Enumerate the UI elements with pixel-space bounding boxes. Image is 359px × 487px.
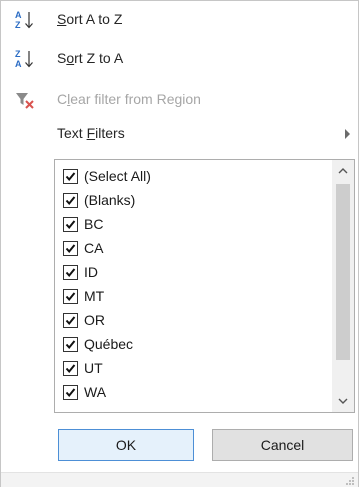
checkmark-icon [65,220,76,230]
list-item[interactable]: (Select All) [63,166,313,188]
checkbox[interactable] [63,289,78,304]
clear-filter-item[interactable]: Clear filter from Region [1,83,358,116]
checkmark-icon [65,364,76,374]
list-item[interactable]: MT [63,286,313,308]
list-item[interactable]: BC [63,214,313,236]
filter-dropdown-menu: A Z Sort A to Z Z A Sort Z to A Clear fi… [0,0,359,487]
sort-descending-icon: Z A [14,49,36,69]
list-item[interactable]: (Blanks) [63,190,313,212]
text-filters-item[interactable]: Text Filters [1,117,358,150]
chevron-down-icon [338,398,348,404]
checkmark-icon [65,292,76,302]
list-item-label: (Select All) [84,168,151,184]
checkmark-icon [65,340,76,350]
list-item-label: CA [84,240,104,256]
list-item[interactable]: Québec [63,334,313,356]
checkbox[interactable] [63,385,78,400]
clear-filter-icon [14,90,36,110]
svg-text:Z: Z [15,20,21,30]
list-item[interactable]: UT [63,358,313,380]
vertical-scrollbar[interactable] [332,160,354,412]
cancel-button[interactable]: Cancel [212,429,353,461]
checkmark-icon [65,268,76,278]
sort-ascending-icon: A Z [14,10,36,30]
list-item[interactable]: OR [63,310,313,332]
list-item[interactable]: ID [63,262,313,284]
list-item-label: ID [84,264,98,280]
svg-text:A: A [15,59,22,69]
checkmark-icon [65,196,76,206]
checkbox[interactable] [63,313,78,328]
list-item-label: BC [84,216,104,232]
list-item[interactable]: CA [63,238,313,260]
chevron-up-icon [338,168,348,174]
scroll-up-button[interactable] [332,160,354,182]
sort-z-to-a-item[interactable]: Z A Sort Z to A [1,42,358,75]
checkmark-icon [65,316,76,326]
checkbox[interactable] [63,361,78,376]
svg-text:A: A [15,10,22,20]
checkbox[interactable] [63,169,78,184]
list-item-label: MT [84,288,105,304]
checkmark-icon [65,244,76,254]
checkmark-icon [65,388,76,398]
sort-a-to-z-item[interactable]: A Z Sort A to Z [1,3,358,36]
checkbox[interactable] [63,265,78,280]
checkbox[interactable] [63,193,78,208]
clear-filter-label: Clear filter from Region [57,91,201,107]
checkbox[interactable] [63,217,78,232]
sort-a-to-z-label: Sort A to Z [57,11,123,27]
sort-z-to-a-label: Sort Z to A [57,50,124,66]
values-listbox[interactable]: (Select All) (Blanks) BC CA ID MT OR Québec UT WA [54,159,355,413]
resize-grip-icon[interactable] [345,475,355,485]
list-item-label: OR [84,312,105,328]
scroll-down-button[interactable] [332,390,354,412]
list-item-label: WA [84,384,107,400]
ok-button[interactable]: OK [58,429,194,461]
text-filters-label: Text Filters [57,125,125,141]
list-item-label: (Blanks) [84,192,136,208]
checkmark-icon [65,172,76,182]
resize-bar [1,472,358,487]
scrollbar-thumb[interactable] [336,184,350,360]
submenu-arrow-icon [345,129,350,139]
list-item[interactable]: WA [63,382,313,404]
list-item-label: UT [84,360,103,376]
list-item-label: Québec [84,336,134,352]
checkbox[interactable] [63,337,78,352]
checkbox[interactable] [63,241,78,256]
svg-text:Z: Z [15,49,21,59]
